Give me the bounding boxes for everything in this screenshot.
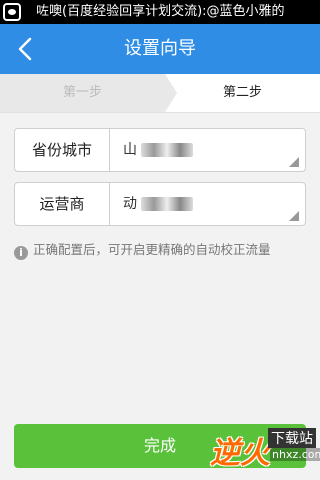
- operator-label: 运营商: [15, 183, 110, 225]
- dropdown-icon[interactable]: [289, 157, 299, 167]
- qq-notification-icon: [3, 3, 21, 21]
- title-bar: 设置向导: [0, 24, 320, 74]
- status-bar: 咗噢(百度经验回享计划交流):@蓝色小雅的: [0, 0, 320, 24]
- province-city-label: 省份城市: [15, 129, 110, 171]
- tip-text: 正确配置后，可开启更精确的自动校正流量: [33, 242, 271, 257]
- step-1[interactable]: 第一步: [0, 74, 165, 112]
- done-button[interactable]: 完成: [14, 424, 306, 468]
- dropdown-icon[interactable]: [289, 211, 299, 221]
- operator-value: 动: [123, 196, 137, 212]
- info-icon: i: [14, 246, 28, 260]
- step-arrow: [165, 74, 177, 112]
- operator-select[interactable]: 动: [123, 183, 193, 225]
- tip-line: i 正确配置后，可开启更精确的自动校正流量: [14, 241, 271, 260]
- page-title: 设置向导: [124, 38, 196, 59]
- step-indicator: 第一步 第二步: [0, 74, 320, 113]
- redacted-text: [141, 197, 193, 211]
- step-2[interactable]: 第二步: [165, 74, 320, 112]
- operator-row: 运营商 动: [14, 182, 306, 226]
- notification-ticker: 咗噢(百度经验回享计划交流):@蓝色小雅的: [36, 4, 285, 19]
- province-city-select[interactable]: 山: [123, 129, 193, 171]
- province-city-value: 山: [123, 142, 137, 158]
- province-city-row: 省份城市 山: [14, 128, 306, 172]
- redacted-text: [141, 143, 193, 157]
